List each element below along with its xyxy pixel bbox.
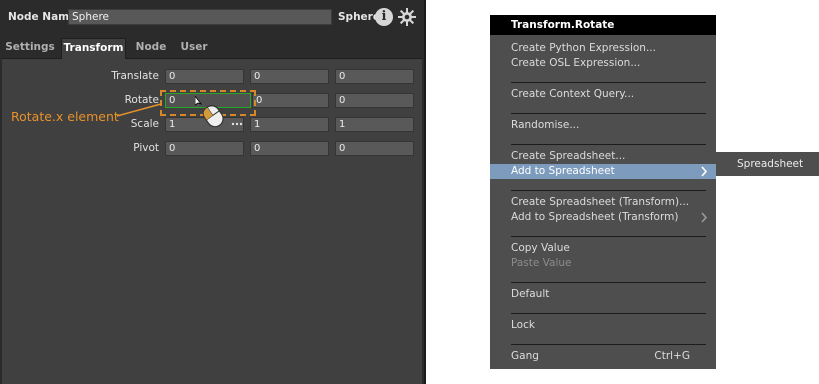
menu-item-copy-value[interactable]: Copy Value (490, 241, 716, 256)
gang-shortcut: Ctrl+G (654, 350, 690, 362)
menu-item-lock[interactable]: Lock (490, 318, 716, 333)
menu-separator (511, 144, 706, 145)
menu-item-create-osl-expression[interactable]: Create OSL Expression... (490, 56, 716, 71)
submenu-arrow-icon (701, 212, 708, 223)
mouse-cursor-icon (195, 96, 243, 128)
submenu-item-spreadsheet[interactable]: Spreadsheet (737, 158, 803, 170)
node-editor-panel: Node Name Sphere Sphere i Settings Trans… (0, 0, 426, 384)
menu-item-default[interactable]: Default (490, 287, 716, 302)
menu-item-add-to-spreadsheet[interactable]: Add to Spreadsheet (490, 164, 716, 179)
menu-item-create-context-query[interactable]: Create Context Query... (490, 87, 716, 102)
menu-item-create-spreadsheet-transform[interactable]: Create Spreadsheet (Transform)... (490, 195, 716, 210)
submenu: Spreadsheet (716, 152, 819, 176)
menu-item-gang[interactable]: Gang Ctrl+G (490, 349, 716, 364)
panel-divider (424, 0, 426, 384)
menu-item-add-to-spreadsheet-transform[interactable]: Add to Spreadsheet (Transform) (490, 210, 716, 225)
menu-separator (511, 344, 706, 345)
submenu-arrow-icon (701, 166, 708, 177)
menu-item-label: Add to Spreadsheet (Transform) (511, 211, 679, 223)
tab-transform[interactable]: Transform (61, 38, 126, 59)
rotate-x-annotation: Rotate.x element (11, 109, 119, 124)
menu-separator (511, 190, 706, 191)
menu-separator (511, 236, 706, 237)
menu-separator (511, 313, 706, 314)
menu-item-paste-value: Paste Value (511, 257, 572, 269)
menu-item-randomise[interactable]: Randomise... (490, 118, 716, 133)
menu-separator (511, 282, 706, 283)
menu-item-create-python-expression[interactable]: Create Python Expression... (490, 41, 716, 56)
menu-item-label: Add to Spreadsheet (511, 165, 615, 177)
menu-separator (511, 113, 706, 114)
context-menu: Transform.Rotate Create Python Expressio… (490, 15, 716, 369)
menu-item-label: Gang (511, 350, 539, 362)
menu-separator (511, 82, 706, 83)
menu-item-create-spreadsheet[interactable]: Create Spreadsheet... (490, 149, 716, 164)
menu-title: Transform.Rotate (490, 15, 716, 35)
